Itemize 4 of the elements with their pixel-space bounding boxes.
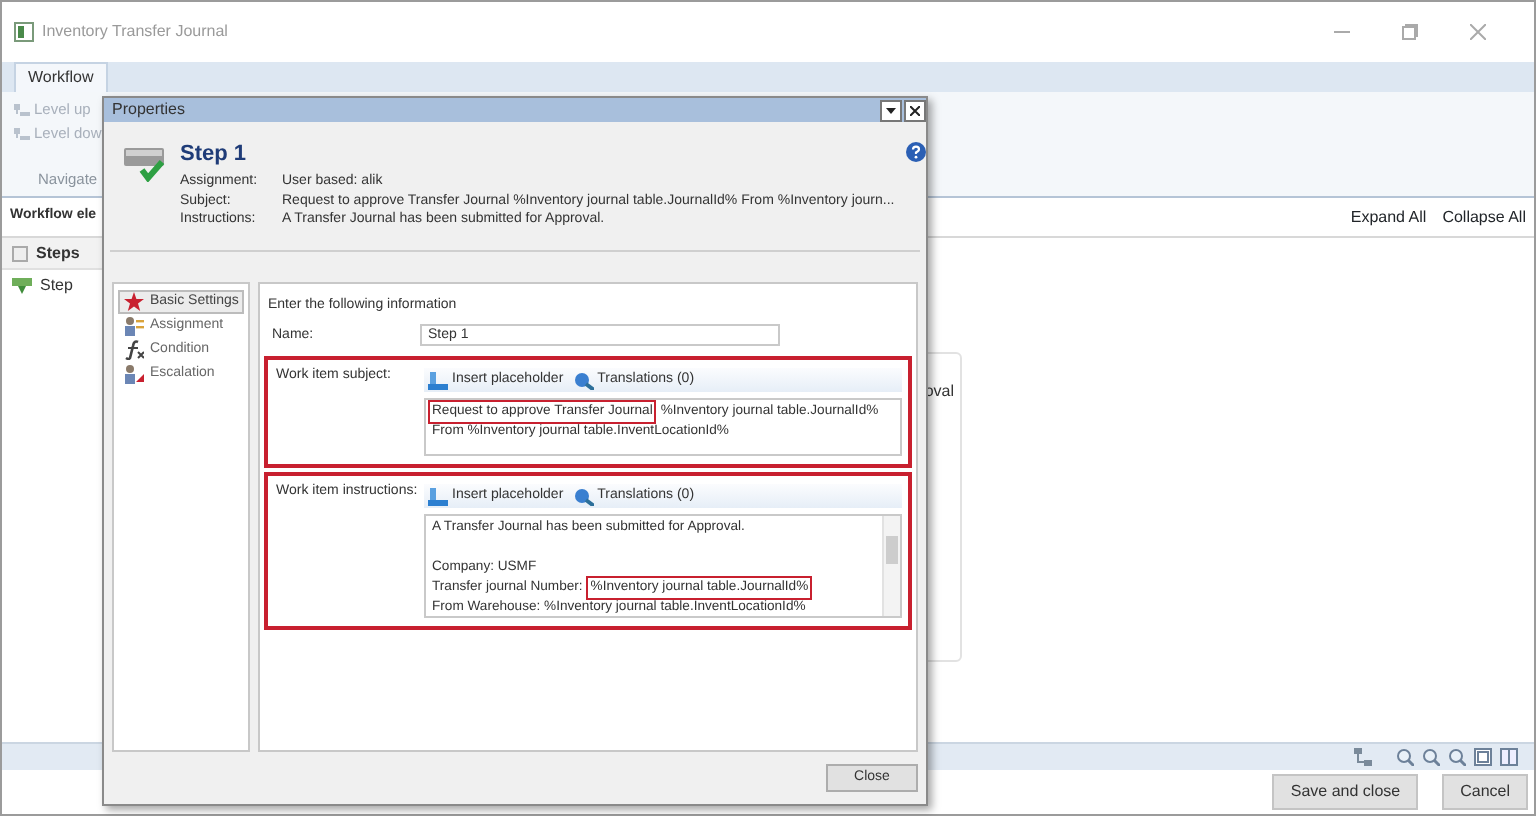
dialog-title: Properties xyxy=(112,100,185,120)
step-title: Step 1 xyxy=(180,142,249,169)
window-title: Inventory Transfer Journal xyxy=(42,22,228,42)
tree-label: Steps xyxy=(36,243,80,263)
